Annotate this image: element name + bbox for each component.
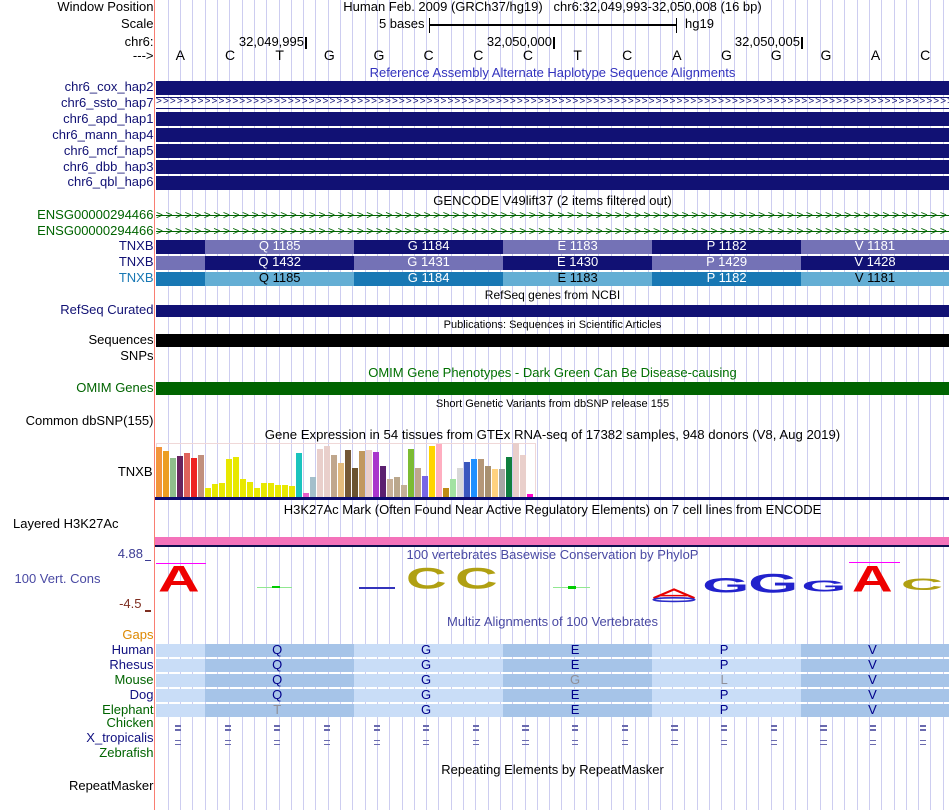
svg-text:G: G (801, 577, 846, 595)
svg-text:A: A (157, 558, 199, 599)
svg-text:A: A (852, 559, 893, 600)
svg-text:C: C (901, 575, 943, 594)
svg-text:G: G (702, 573, 749, 597)
svg-text:C: C (406, 561, 447, 595)
svg-text:G: G (748, 568, 798, 598)
svg-text:C: C (455, 561, 498, 594)
